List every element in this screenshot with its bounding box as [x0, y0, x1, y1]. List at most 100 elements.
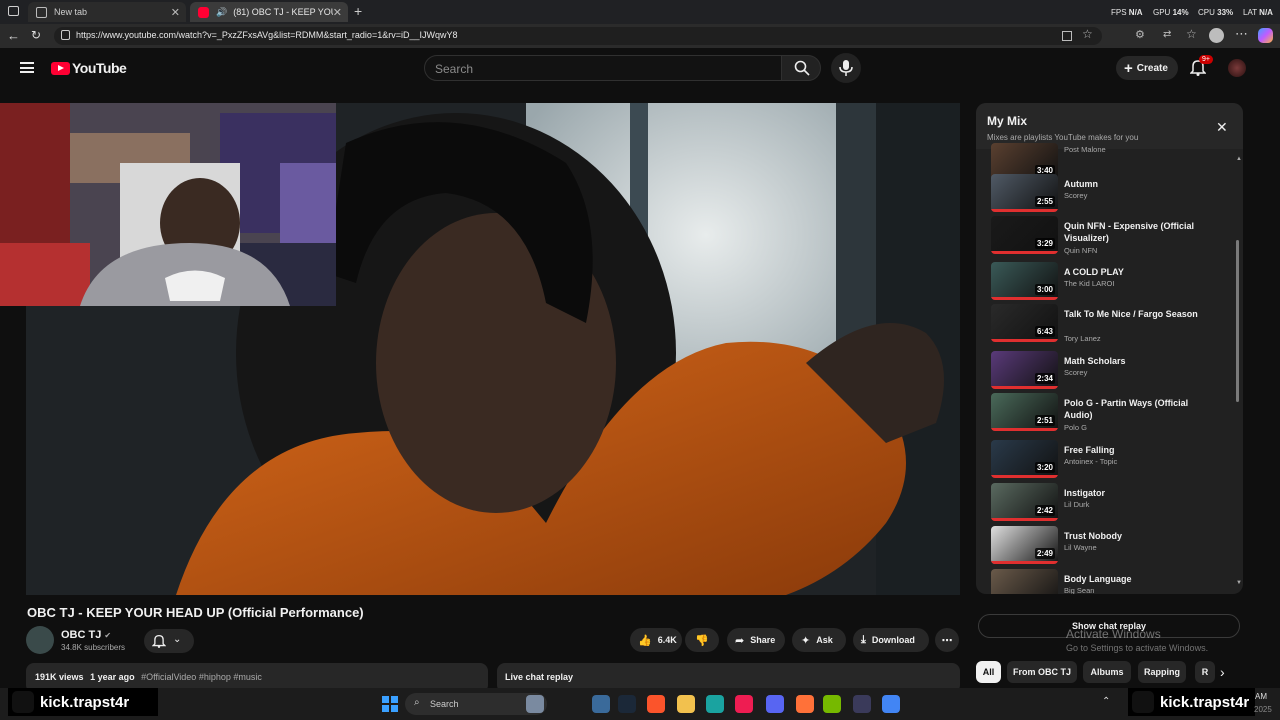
clock-time[interactable]: AM: [1255, 692, 1267, 701]
channel-name[interactable]: OBC TJ ✔: [61, 629, 111, 641]
site-info-icon[interactable]: [61, 30, 70, 40]
mix-item[interactable]: 2:42 Instigator Lil Durk: [991, 483, 1231, 523]
menu-icon[interactable]: [20, 62, 34, 73]
video-thumbnail[interactable]: 2:51: [991, 393, 1058, 431]
bell-icon: [152, 634, 166, 648]
watched-progress-bar: [991, 251, 1058, 254]
profile-icon[interactable]: [1209, 28, 1224, 43]
speaker-icon[interactable]: 🔊: [216, 7, 227, 18]
chip-rapping[interactable]: Rapping: [1138, 661, 1186, 683]
channel-avatar[interactable]: [26, 626, 54, 654]
video-thumbnail[interactable]: 2:34: [991, 351, 1058, 389]
chip-albums[interactable]: Albums: [1083, 661, 1131, 683]
mix-item[interactable]: 2:55 Autumn Scorey: [991, 174, 1231, 214]
back-icon[interactable]: ←: [7, 28, 20, 43]
activate-windows-title: Activate Windows: [1066, 627, 1161, 641]
youtube-favicon-icon: [198, 6, 209, 18]
brave-icon[interactable]: [647, 695, 665, 713]
tab-youtube[interactable]: 🔊 (81) OBC TJ - KEEP YOUR HE ✕: [190, 2, 348, 22]
mix-scrollbar[interactable]: ▲ ▼: [1235, 156, 1242, 586]
chip-from-obc-tj[interactable]: From OBC TJ: [1007, 661, 1077, 683]
scrollbar-thumb[interactable]: [1236, 240, 1239, 402]
steam-icon[interactable]: [618, 695, 636, 713]
share-button[interactable]: ➦ Share: [727, 628, 785, 652]
extension-icon[interactable]: ⚙: [1135, 28, 1145, 41]
mix-item[interactable]: 6:43 Talk To Me Nice / Fargo Season Tory L…: [991, 304, 1231, 344]
more-icon[interactable]: ⋯: [1235, 26, 1248, 42]
translate-icon[interactable]: ⇄: [1163, 29, 1171, 40]
thumbs-up-icon: 👍: [638, 634, 652, 647]
file-explorer-icon[interactable]: [592, 695, 610, 713]
mix-item[interactable]: 3:20 Free Falling Antoinex - Topic: [991, 440, 1231, 480]
watched-progress-bar: [991, 518, 1058, 521]
split-screen-icon[interactable]: [1062, 31, 1072, 41]
chip-all[interactable]: All: [976, 661, 1001, 683]
nvidia-icon[interactable]: [823, 695, 841, 713]
video-thumbnail[interactable]: 2:55: [991, 174, 1058, 212]
subscription-bell-button[interactable]: ⌄: [144, 629, 194, 653]
close-tab-icon[interactable]: ✕: [171, 6, 180, 19]
copilot-icon[interactable]: [1258, 28, 1273, 43]
chrome-icon[interactable]: [882, 695, 900, 713]
more-icon: ⋯: [941, 634, 953, 647]
video-thumbnail[interactable]: 3:00: [991, 262, 1058, 300]
search-button[interactable]: [781, 55, 821, 81]
discord-icon[interactable]: [766, 695, 784, 713]
tab-actions-icon[interactable]: [8, 6, 19, 16]
mix-item[interactable]: Body Language Big Sean: [991, 569, 1231, 594]
chips-next-icon[interactable]: ›: [1220, 664, 1225, 680]
favorites-icon[interactable]: ☆: [1186, 27, 1197, 41]
clock-date[interactable]: 2025: [1254, 705, 1272, 714]
create-button[interactable]: + Create: [1116, 56, 1178, 80]
voice-search-button[interactable]: [831, 53, 861, 83]
tab-new-tab[interactable]: New tab ✕: [28, 2, 186, 22]
like-button[interactable]: 👍 6.4K: [630, 628, 682, 652]
close-tab-icon[interactable]: ✕: [333, 6, 342, 19]
mix-item[interactable]: 3:29 Quin NFN - Expensive (Official Visua…: [991, 216, 1231, 256]
edge-icon[interactable]: [706, 695, 724, 713]
like-count: 6.4K: [657, 635, 677, 645]
mix-item[interactable]: 2:49 Trust Nobody Lil Wayne: [991, 526, 1231, 566]
mix-item[interactable]: 2:51 Polo G - Partin Ways (Official Audio…: [991, 393, 1231, 433]
favorite-star-icon[interactable]: ☆: [1082, 27, 1093, 41]
account-avatar[interactable]: [1228, 59, 1246, 77]
new-tab-button[interactable]: +: [354, 3, 362, 19]
folder-icon[interactable]: [677, 695, 695, 713]
windows-start-icon[interactable]: [382, 696, 398, 712]
mix-item[interactable]: 3:00 A COLD PLAY The Kid LAROI: [991, 262, 1231, 302]
webcam-overlay: [0, 103, 336, 306]
video-thumbnail[interactable]: 2:49: [991, 526, 1058, 564]
duration-badge: 2:34: [1034, 373, 1055, 384]
search-input[interactable]: Search: [424, 55, 782, 81]
url-field[interactable]: https://www.youtube.com/watch?v=_PxzZFxs…: [54, 27, 1102, 45]
sparkle-icon: ✦: [801, 634, 811, 647]
download-button[interactable]: ⤓ Download: [853, 628, 929, 652]
video-thumbnail[interactable]: 3:29: [991, 216, 1058, 254]
tiktok-icon: [1132, 691, 1154, 713]
widgets-icon[interactable]: [526, 695, 544, 713]
tiktok-app-icon[interactable]: [735, 695, 753, 713]
obs-icon[interactable]: [853, 695, 871, 713]
video-thumbnail[interactable]: [991, 569, 1058, 594]
watched-progress-bar: [991, 561, 1058, 564]
more-actions-button[interactable]: ⋯: [935, 628, 959, 652]
mix-item-title: Math Scholars: [1064, 356, 1126, 366]
youtube-logo[interactable]: YouTube: [51, 60, 127, 76]
hashtags[interactable]: #OfficialVideo #hiphop #music: [141, 672, 262, 682]
mix-item[interactable]: 2:34 Math Scholars Scorey: [991, 351, 1231, 391]
dislike-button[interactable]: 👎: [685, 628, 719, 652]
notifications-button[interactable]: 9+: [1189, 55, 1213, 81]
activate-windows-subtitle: Go to Settings to activate Windows.: [1066, 643, 1209, 653]
download-label: Download: [871, 635, 915, 645]
tray-chevron-icon[interactable]: ⌃: [1102, 696, 1110, 707]
chip-r[interactable]: R: [1195, 661, 1215, 683]
refresh-icon[interactable]: ↻: [31, 28, 41, 42]
video-thumbnail[interactable]: 2:42: [991, 483, 1058, 521]
close-icon[interactable]: ✕: [1216, 119, 1228, 136]
mix-item-artist: Tory Lanez: [1064, 334, 1101, 343]
ask-button[interactable]: ✦ Ask: [792, 628, 846, 652]
mix-item-title: Trust Nobody: [1064, 531, 1122, 541]
video-thumbnail[interactable]: 3:20: [991, 440, 1058, 478]
video-thumbnail[interactable]: 6:43: [991, 304, 1058, 342]
firefox-icon[interactable]: [796, 695, 814, 713]
